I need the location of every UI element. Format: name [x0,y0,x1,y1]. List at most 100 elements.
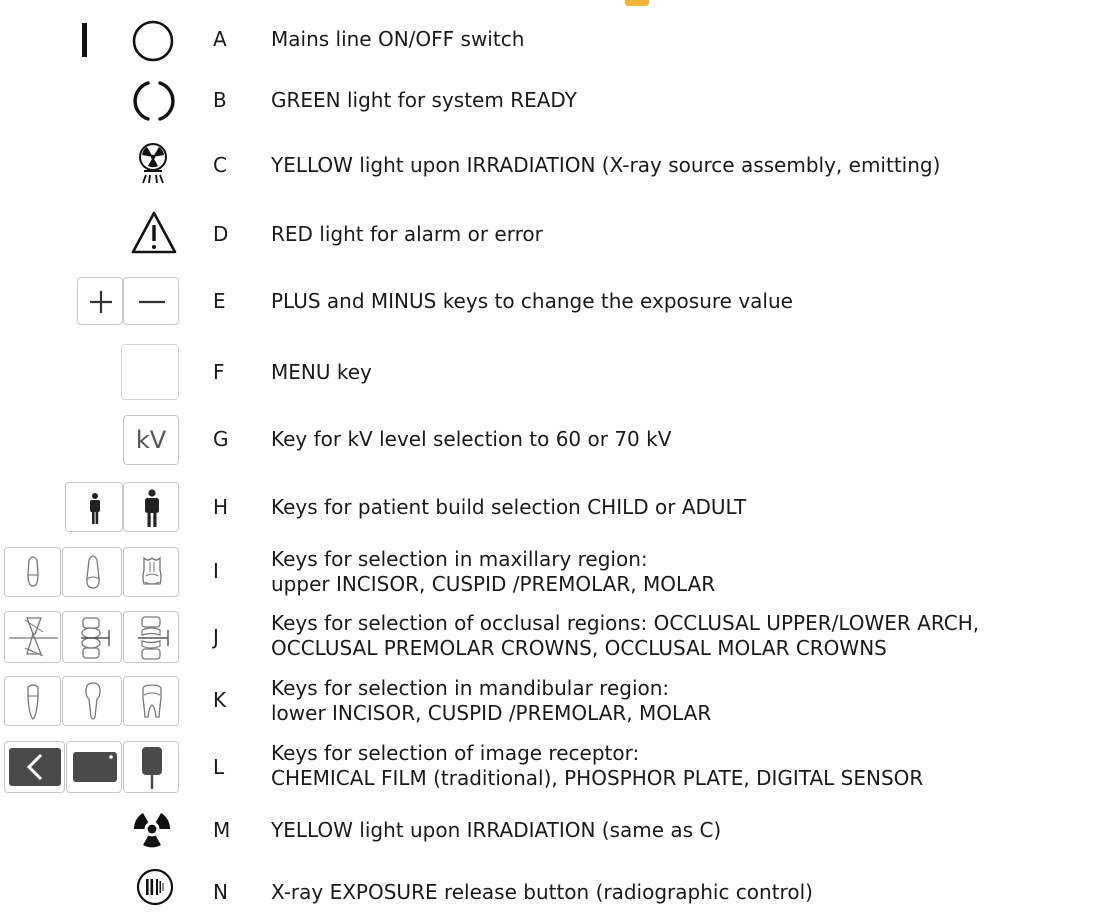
radiation-source-icon [134,141,174,189]
plus-key[interactable] [77,277,123,325]
row-description-line: PLUS and MINUS keys to change the exposu… [271,289,793,313]
occlusal-molar-icon [138,616,169,660]
row-letter: J [213,625,219,649]
row-description-line: Key for kV level selection to 60 or 70 k… [271,427,672,451]
row-letter: E [213,289,226,313]
row-description: Keys for selection in maxillary region: … [271,547,715,597]
legend-row-e: E PLUS and MINUS keys to change the expo… [0,277,1118,325]
row-letter: N [213,880,228,904]
row-description: Keys for selection of occlusal regions: … [271,611,979,661]
row-description: PLUS and MINUS keys to change the exposu… [271,289,793,314]
legend-row-i: I Keys for selection in maxillary region… [0,547,1118,597]
row-description-line: lower INCISOR, CUSPID /PREMOLAR, MOLAR [271,701,712,725]
chemical-film-icon [9,748,61,786]
kv-key[interactable]: kV [123,415,179,465]
row-description: X-ray EXPOSURE release button (radiograp… [271,880,813,905]
radiation-trefoil-icon [130,807,174,855]
upper-molar-key[interactable] [123,547,179,597]
lower-premolar-icon [85,682,101,720]
row-description: Key for kV level selection to 60 or 70 k… [271,427,671,452]
row-description-line: Keys for patient build selection CHILD o… [271,495,747,519]
upper-premolar-key[interactable] [62,547,122,597]
lower-incisor-key[interactable] [4,676,61,726]
phosphor-plate-key[interactable] [66,741,122,793]
row-description-line: Keys for selection in mandibular region: [271,676,670,700]
legend-row-b: B GREEN light for system READY [0,79,1118,124]
row-letter: C [213,153,227,177]
row-letter: G [213,427,229,451]
row-description: Keys for patient build selection CHILD o… [271,495,746,520]
row-description: Keys for selection of image receptor: CH… [271,741,923,791]
legend-row-f: F MENU key [0,344,1118,400]
top-accent-mark [625,0,649,6]
plus-icon [90,291,112,313]
power-circle-icon [132,20,176,68]
legend-row-c: C YELLOW light upon IRRADIATION (X-ray s… [0,141,1118,189]
row-description: RED light for alarm or error [271,222,543,247]
upper-premolar-icon [86,555,100,589]
occlusal-arch-icon [9,617,58,657]
exposure-button-icon [136,868,176,912]
legend-row-a: A Mains line ON/OFF switch [0,18,1118,63]
occlusal-premolar-key[interactable] [62,611,122,663]
chemical-film-key[interactable] [4,741,65,793]
row-description-line: YELLOW light upon IRRADIATION (same as C… [271,818,722,842]
upper-incisor-icon [27,556,39,587]
row-letter: L [213,755,225,779]
row-description-line: YELLOW light upon IRRADIATION (X-ray sou… [271,153,941,177]
upper-incisor-key[interactable] [4,547,61,597]
ready-light-icon [132,79,178,129]
adult-key[interactable] [123,482,179,532]
row-description-line: X-ray EXPOSURE release button (radiograp… [271,880,813,904]
digital-sensor-icon [142,747,162,789]
warning-triangle-icon [130,210,178,260]
row-description: Keys for selection in mandibular region:… [271,676,711,726]
row-description-line: GREEN light for system READY [271,88,577,112]
row-letter: B [213,88,227,112]
row-letter: H [213,495,229,519]
row-description-line: OCCLUSAL PREMOLAR CROWNS, OCCLUSAL MOLAR… [271,636,887,660]
row-description-line: RED light for alarm or error [271,222,543,246]
legend-row-m: M YELLOW light upon IRRADIATION (same as… [0,807,1118,853]
legend-row-g: kV G Key for kV level selection to 60 or… [0,415,1118,465]
row-letter: A [213,27,227,51]
upper-molar-icon [142,556,162,585]
row-description-line: Keys for selection of occlusal regions: … [271,611,980,635]
phosphor-plate-icon [73,752,117,782]
minus-key[interactable] [123,277,179,325]
power-line-icon [82,23,88,61]
row-description: YELLOW light upon IRRADIATION (same as C… [271,818,721,843]
row-description-line: CHEMICAL FILM (traditional), PHOSPHOR PL… [271,766,924,790]
legend-row-h: H Keys for patient build selection CHILD… [0,482,1118,532]
row-letter: K [213,688,227,712]
legend-row-n: N X-ray EXPOSURE release button (radiogr… [0,868,1118,914]
legend-row-j: J Keys for selection of occlusal regions… [0,611,1118,663]
kv-key-label: kV [135,426,167,454]
row-description: GREEN light for system READY [271,88,577,113]
row-description-line: upper INCISOR, CUSPID /PREMOLAR, MOLAR [271,572,716,596]
lower-premolar-key[interactable] [62,676,122,726]
row-description-line: Keys for selection in maxillary region: [271,547,648,571]
row-description-line: Mains line ON/OFF switch [271,27,525,51]
legend-row-d: D RED light for alarm or error [0,210,1118,256]
menu-key[interactable] [121,344,179,400]
row-letter: I [213,559,219,583]
occlusal-molar-key[interactable] [123,611,179,663]
occlusal-premolar-icon [81,617,110,659]
occlusal-arch-key[interactable] [4,611,61,663]
child-key[interactable] [65,482,123,532]
row-letter: M [213,818,231,842]
adult-icon [145,489,159,527]
row-description-line: MENU key [271,360,372,384]
legend-row-k: K Keys for selection in mandibular regio… [0,676,1118,726]
row-description: MENU key [271,360,372,385]
row-letter: D [213,222,229,246]
minus-icon [139,300,165,304]
digital-sensor-key[interactable] [123,741,179,793]
legend-row-l: L Keys for selection of image receptor: … [0,741,1118,793]
lower-molar-icon [142,684,162,718]
lower-incisor-icon [27,684,39,720]
lower-molar-key[interactable] [123,676,179,726]
row-letter: F [213,360,225,384]
row-description-line: Keys for selection of image receptor: [271,741,640,765]
